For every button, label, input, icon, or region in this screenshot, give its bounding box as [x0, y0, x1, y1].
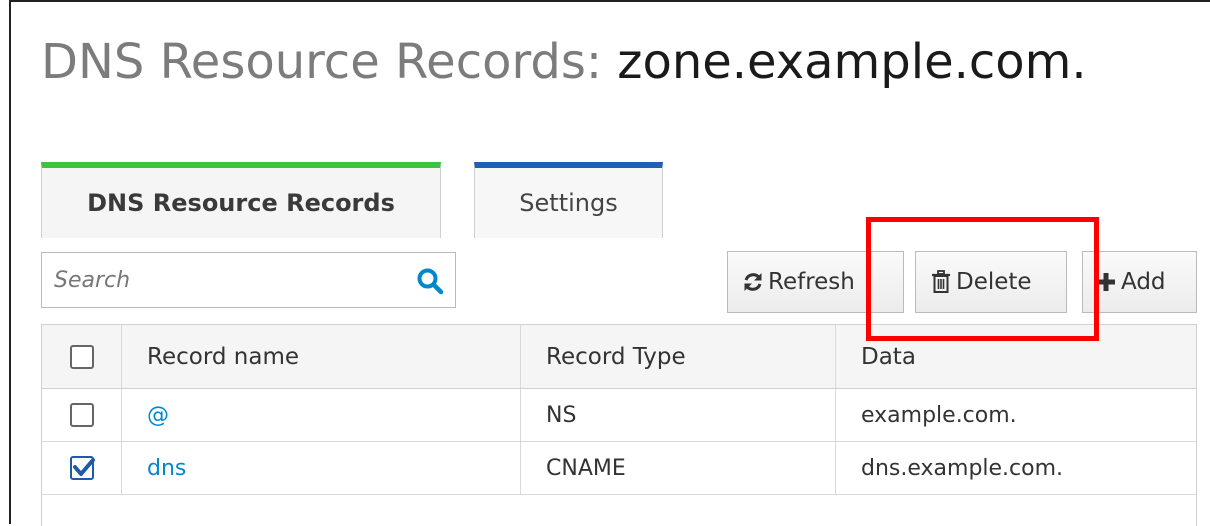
record-type-cell: CNAME: [521, 442, 836, 494]
plus-icon: [1095, 270, 1117, 294]
column-header-record-name[interactable]: Record name: [122, 325, 521, 388]
row-checkbox-cell: [42, 442, 122, 494]
tab-label: DNS Resource Records: [87, 189, 395, 217]
row-checkbox-checked[interactable]: [69, 456, 95, 480]
record-name-link[interactable]: @: [147, 403, 169, 428]
search-input[interactable]: [42, 253, 412, 307]
page-title: DNS Resource Records: zone.example.com.: [41, 26, 1087, 98]
search-box: [41, 252, 456, 308]
search-icon[interactable]: [415, 266, 445, 296]
main-panel: DNS Resource Records: zone.example.com. …: [9, 0, 1210, 526]
add-button[interactable]: Add: [1082, 251, 1197, 313]
select-all-checkbox[interactable]: [69, 344, 94, 369]
delete-button[interactable]: Delete: [915, 251, 1067, 313]
delete-label: Delete: [956, 269, 1032, 295]
page-title-prefix: DNS Resource Records:: [41, 34, 602, 90]
record-name-cell: dns: [122, 442, 521, 494]
tab-label: Settings: [519, 189, 618, 217]
refresh-button[interactable]: Refresh: [727, 251, 904, 313]
table-row: dns CNAME dns.example.com.: [42, 442, 1196, 495]
row-checkbox[interactable]: [69, 403, 94, 427]
header-checkbox-cell: [42, 325, 122, 388]
refresh-icon: [742, 270, 764, 294]
tab-settings[interactable]: Settings: [474, 162, 663, 238]
checkmark-icon: [72, 458, 95, 476]
column-header-data[interactable]: Data: [836, 325, 1198, 388]
record-name-link[interactable]: dns: [147, 456, 186, 481]
zone-name: zone.example.com.: [617, 34, 1087, 90]
tab-dns-resource-records[interactable]: DNS Resource Records: [41, 162, 441, 238]
record-data-cell: example.com.: [861, 402, 1017, 428]
record-type-cell: NS: [521, 389, 836, 441]
add-label: Add: [1121, 269, 1166, 295]
table-row: @ NS example.com.: [42, 389, 1196, 442]
record-name-cell: @: [122, 389, 521, 441]
refresh-label: Refresh: [768, 269, 855, 295]
record-data-cell: dns.example.com.: [861, 455, 1064, 481]
column-header-record-type[interactable]: Record Type: [521, 325, 836, 388]
row-checkbox-cell: [42, 389, 122, 441]
trash-icon: [930, 270, 952, 294]
table-header: Record name Record Type Data: [42, 325, 1196, 389]
records-table: Record name Record Type Data @ NS exampl…: [41, 324, 1197, 526]
